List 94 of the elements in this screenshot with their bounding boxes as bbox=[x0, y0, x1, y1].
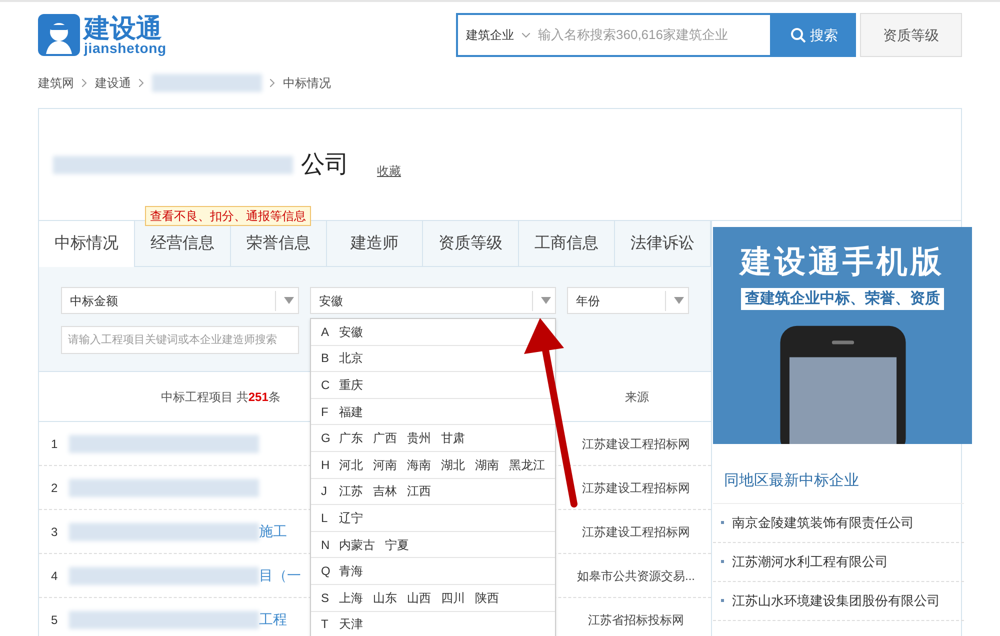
letter-label: G bbox=[321, 430, 329, 448]
province-option[interactable]: 内蒙古 bbox=[339, 536, 375, 554]
row-number: 1 bbox=[50, 436, 59, 452]
logo-title: 建设通 bbox=[84, 15, 162, 41]
province-option[interactable]: 福建 bbox=[339, 402, 363, 421]
banner-subtitle: 查建筑企业中标、荣誉、资质 bbox=[741, 288, 944, 310]
province-option[interactable]: 广西 bbox=[373, 429, 397, 448]
province-option[interactable]: 海南 bbox=[407, 456, 431, 474]
favorite-link[interactable]: 收藏 bbox=[377, 162, 401, 180]
source-text: 江苏建设工程招标网 bbox=[581, 436, 691, 452]
letter-label: N bbox=[321, 536, 329, 554]
source-text: 江苏省招标投标网 bbox=[587, 612, 685, 628]
breadcrumb-link[interactable]: 建设通 bbox=[95, 74, 131, 92]
letter-label: H bbox=[321, 456, 329, 474]
sidebar-title: 同地区最新中标企业 bbox=[713, 470, 964, 504]
province-option[interactable]: 山东 bbox=[373, 588, 397, 607]
letter-label: F bbox=[321, 404, 329, 421]
project-column-header: 中标工程项目 共251条 bbox=[161, 388, 280, 406]
tab[interactable]: 荣誉信息 bbox=[231, 221, 327, 266]
letter-label: Q bbox=[321, 563, 329, 580]
province-option[interactable]: 河南 bbox=[373, 456, 397, 474]
row-number: 2 bbox=[50, 480, 59, 496]
province-option[interactable]: 青海 bbox=[339, 562, 363, 580]
tooltip: 查看不良、扣分、通报等信息 bbox=[145, 206, 311, 226]
province-option[interactable]: 上海 bbox=[339, 588, 363, 607]
tab[interactable]: 建造师 bbox=[327, 221, 423, 266]
source-column-header: 来源 bbox=[625, 388, 649, 406]
row-number: 4 bbox=[50, 568, 59, 584]
letter-label: B bbox=[321, 350, 329, 368]
breadcrumb-current: 中标情况 bbox=[283, 75, 331, 92]
year-select[interactable]: 年份 bbox=[567, 287, 689, 314]
company-name: 公司 bbox=[301, 150, 349, 180]
source-text: 江苏建设工程招标网 bbox=[581, 480, 691, 496]
company-link[interactable]: 江苏潮河水利工程有限公司 bbox=[732, 552, 888, 572]
banner-title: 建设通手机版 bbox=[740, 243, 944, 281]
row-number: 5 bbox=[50, 612, 59, 628]
source-text: 江苏建设工程招标网 bbox=[581, 524, 691, 540]
province-option[interactable]: 辽宁 bbox=[339, 508, 363, 527]
tab[interactable]: 法律诉讼 bbox=[615, 221, 711, 266]
search-icon bbox=[790, 27, 806, 43]
letter-label: T bbox=[321, 616, 329, 634]
province-option[interactable]: 湖北 bbox=[441, 456, 465, 474]
province-option[interactable]: 河北 bbox=[339, 456, 363, 474]
caret-icon bbox=[541, 297, 551, 304]
province-option[interactable]: 甘肃 bbox=[441, 429, 465, 448]
company-link[interactable]: 江苏山水环境建设集团股份有限公司 bbox=[732, 590, 940, 610]
breadcrumb-link[interactable]: 建筑网 bbox=[38, 74, 74, 92]
chevron-right-icon bbox=[139, 79, 144, 87]
province-option[interactable]: 江西 bbox=[407, 482, 431, 500]
project-link[interactable]: 目（一 bbox=[259, 565, 301, 586]
tab[interactable]: 中标情况 bbox=[39, 221, 135, 267]
project-link[interactable]: 施工 bbox=[259, 521, 287, 542]
province-option[interactable]: 四川 bbox=[441, 588, 465, 607]
project-link[interactable]: 工程 bbox=[259, 609, 287, 630]
source-text: 如皋市公共资源交易... bbox=[576, 568, 696, 584]
letter-label: S bbox=[321, 590, 329, 607]
letter-label: L bbox=[321, 510, 329, 527]
province-option[interactable]: 陕西 bbox=[475, 588, 499, 607]
chevron-down-icon bbox=[522, 32, 530, 38]
app-banner[interactable]: 建设通手机版 查建筑企业中标、荣誉、资质 bbox=[713, 227, 972, 444]
province-option[interactable]: 安徽 bbox=[339, 322, 363, 341]
tab[interactable]: 经营信息 bbox=[135, 221, 231, 266]
caret-icon bbox=[284, 297, 294, 304]
tab[interactable]: 资质等级 bbox=[423, 221, 519, 266]
province-select[interactable]: 安徽 bbox=[310, 287, 556, 314]
tab[interactable]: 工商信息 bbox=[519, 221, 615, 266]
chevron-right-icon bbox=[82, 79, 87, 87]
province-option[interactable]: 北京 bbox=[339, 349, 363, 368]
province-option[interactable]: 宁夏 bbox=[385, 536, 409, 554]
province-option[interactable]: 湖南 bbox=[475, 456, 499, 474]
province-option[interactable]: 山西 bbox=[407, 588, 431, 607]
category-select[interactable]: 建筑企业 bbox=[458, 26, 538, 44]
company-link[interactable]: 南京金陵建筑装饰有限责任公司 bbox=[732, 512, 914, 532]
row-number: 3 bbox=[50, 524, 59, 540]
amount-select[interactable]: 中标金额 bbox=[61, 287, 299, 314]
province-option[interactable]: 黑龙江 bbox=[509, 456, 545, 474]
caret-icon bbox=[674, 297, 684, 304]
search-bar[interactable]: 建筑企业 输入名称搜索360,616家建筑企业 bbox=[456, 13, 772, 57]
province-option[interactable]: 江苏 bbox=[339, 482, 363, 500]
province-option[interactable]: 贵州 bbox=[407, 429, 431, 448]
keyword-field[interactable]: 请输入工程项目关键词或本企业建造师搜索 bbox=[61, 326, 299, 354]
search-button[interactable]: 搜索 bbox=[772, 13, 856, 57]
qualification-button[interactable]: 资质等级 bbox=[860, 13, 962, 57]
chevron-right-icon bbox=[270, 79, 275, 87]
letter-label: C bbox=[321, 376, 329, 394]
province-option[interactable]: 广东 bbox=[339, 429, 363, 448]
province-option[interactable]: 天津 bbox=[339, 615, 363, 634]
logo-icon bbox=[38, 14, 80, 56]
logo-subtitle: jianshetong bbox=[84, 41, 166, 55]
letter-label: A bbox=[321, 324, 329, 341]
province-option[interactable]: 重庆 bbox=[339, 376, 363, 394]
search-field[interactable]: 输入名称搜索360,616家建筑企业 bbox=[538, 25, 770, 45]
province-option[interactable]: 吉林 bbox=[373, 482, 397, 500]
letter-label: J bbox=[321, 483, 328, 500]
